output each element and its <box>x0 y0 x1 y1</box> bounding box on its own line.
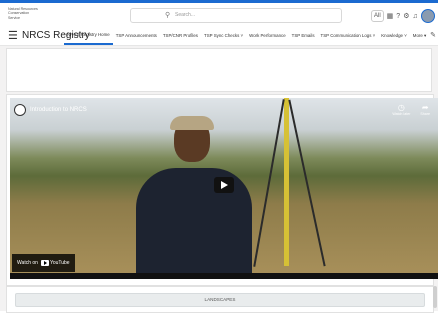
video-title-row: Introduction to NRCS <box>14 104 87 116</box>
video-title[interactable]: Introduction to NRCS <box>30 107 87 113</box>
tab-work-performance[interactable]: Work Performance <box>246 27 289 45</box>
youtube-icon <box>40 260 49 266</box>
clock-icon: ◷ <box>397 103 405 112</box>
video-progress-bar <box>10 273 438 279</box>
nrcs-logo[interactable]: Natural Resources Conservation Service <box>8 7 38 20</box>
header-icons: All ▦ ? ⚙ ♫ <box>371 9 435 23</box>
app-launcher-icon[interactable]: ☰ <box>8 30 18 42</box>
edit-nav-icon[interactable]: ✎ <box>430 31 436 39</box>
landscapes-button[interactable]: LANDSCAPES <box>15 293 425 307</box>
tab-tsp-sync-checks[interactable]: TSP Sync Checks ˅ <box>201 27 246 45</box>
scrollbar[interactable] <box>433 286 437 308</box>
page-content: Introduction to NRCS ◷ Watch later ➦ Sha… <box>0 46 438 313</box>
share-button[interactable]: ➦ Share <box>420 103 430 116</box>
youtube-label: YouTube <box>49 260 70 266</box>
tab-nrcs-registry-home[interactable]: NRCS Registry Home <box>64 27 113 45</box>
tab-tsp-communication-logs[interactable]: TSP Communication Logs ˅ <box>318 27 379 45</box>
global-search[interactable]: ⚲ Search... <box>130 8 342 23</box>
watch-later-button[interactable]: ◷ Watch later <box>392 103 410 116</box>
tab-label: TSP Sync Checks <box>204 33 240 38</box>
app-nav: ☰ NRCS Registry NRCS Registry Home TSP A… <box>0 27 438 46</box>
person-body <box>136 168 252 275</box>
all-filter-icon[interactable]: All <box>371 10 384 22</box>
landscapes-label: LANDSCAPES <box>204 297 236 302</box>
tab-knowledge[interactable]: Knowledge ˅ <box>378 27 410 45</box>
channel-logo-icon[interactable] <box>14 104 26 116</box>
grid-icon[interactable]: ▦ <box>387 12 394 20</box>
tab-tsp-cnr-profiles[interactable]: TSP/CNR Profiles <box>160 27 201 45</box>
empty-card <box>6 48 432 92</box>
avatar[interactable] <box>420 9 435 23</box>
survey-pole <box>284 98 289 266</box>
tab-label: More <box>412 33 423 38</box>
tab-more[interactable]: More ▾ <box>410 27 429 45</box>
watch-later-label: Watch later <box>392 112 411 116</box>
search-icon: ⚲ <box>165 12 171 19</box>
search-placeholder: Search... <box>175 12 196 18</box>
video-actions: ◷ Watch later ➦ Share <box>392 103 430 116</box>
watch-on-label: Watch on <box>17 260 38 266</box>
play-button[interactable] <box>214 177 234 193</box>
tripod-leg <box>288 99 326 267</box>
watch-on-youtube-button[interactable]: Watch on YouTube <box>12 254 75 272</box>
video-player[interactable]: Introduction to NRCS ◷ Watch later ➦ Sha… <box>10 98 438 275</box>
video-card: Introduction to NRCS ◷ Watch later ➦ Sha… <box>6 94 438 286</box>
tab-tsp-announcements[interactable]: TSP Announcements <box>113 27 160 45</box>
tab-tsp-emails[interactable]: TSP Emails <box>289 27 318 45</box>
landscapes-card: LANDSCAPES <box>6 286 434 313</box>
person-cap <box>170 116 214 130</box>
gear-icon[interactable]: ⚙ <box>403 12 409 20</box>
share-icon: ➦ <box>421 103 429 112</box>
tab-label: TSP Communication Logs <box>320 33 372 38</box>
video-person <box>136 116 252 275</box>
share-label: Share <box>420 112 430 116</box>
global-header: Natural Resources Conservation Service ⚲… <box>0 3 438 27</box>
help-icon[interactable]: ? <box>396 13 400 20</box>
bell-icon[interactable]: ♫ <box>412 13 417 20</box>
youtube-logo: YouTube <box>40 260 70 266</box>
tripod-leg <box>253 99 285 267</box>
nav-tabs: NRCS Registry Home TSP Announcements TSP… <box>64 27 429 45</box>
tab-label: Knowledge <box>381 33 403 38</box>
